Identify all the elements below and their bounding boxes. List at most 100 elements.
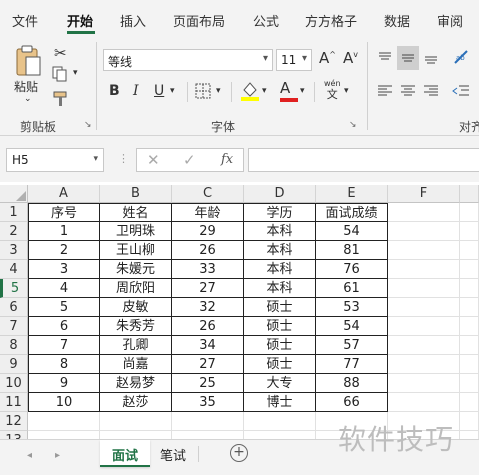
empty-cell[interactable] (388, 317, 460, 336)
tab-formulas[interactable]: 公式 (253, 11, 279, 30)
table-cell[interactable]: 27 (172, 355, 244, 374)
format-painter-icon[interactable] (52, 90, 70, 111)
table-cell[interactable]: 81 (316, 241, 388, 260)
fill-color-dropdown-arrow[interactable]: ▾ (262, 86, 267, 96)
empty-cell[interactable] (172, 412, 244, 431)
header-cell[interactable]: 面试成绩 (316, 203, 388, 222)
tab-page-layout[interactable]: 页面布局 (173, 11, 225, 30)
scroll-left-icon[interactable]: ◂ (27, 450, 32, 461)
header-cell[interactable]: 序号 (28, 203, 100, 222)
tab-insert[interactable]: 插入 (120, 11, 146, 30)
underline-button[interactable]: U (154, 83, 164, 99)
table-cell[interactable]: 博士 (244, 393, 316, 412)
empty-cell[interactable] (460, 412, 479, 431)
row-header-9[interactable]: 9 (0, 355, 28, 374)
font-launcher-icon[interactable]: ↘ (349, 120, 357, 130)
orientation-icon[interactable]: ab (452, 48, 472, 71)
align-middle-button[interactable] (397, 46, 419, 70)
empty-cell[interactable] (28, 412, 100, 431)
paste-label[interactable]: 粘贴 (14, 78, 38, 95)
table-cell[interactable]: 54 (316, 317, 388, 336)
table-cell[interactable]: 32 (172, 298, 244, 317)
table-cell[interactable]: 6 (28, 317, 100, 336)
empty-cell[interactable] (460, 203, 479, 222)
table-cell[interactable]: 赵莎 (100, 393, 172, 412)
select-all-corner[interactable] (0, 185, 28, 203)
row-header-1[interactable]: 1 (0, 203, 28, 222)
table-cell[interactable]: 26 (172, 317, 244, 336)
paste-dropdown-arrow[interactable]: ⌄ (24, 94, 32, 104)
scroll-right-icon[interactable]: ▸ (55, 450, 60, 461)
table-cell[interactable]: 7 (28, 336, 100, 355)
empty-cell[interactable] (388, 260, 460, 279)
empty-cell[interactable] (244, 412, 316, 431)
empty-cell[interactable] (460, 241, 479, 260)
tab-data[interactable]: 数据 (384, 11, 410, 30)
decrease-font-size-button[interactable]: Av (343, 49, 358, 67)
empty-cell[interactable] (388, 279, 460, 298)
table-cell[interactable]: 57 (316, 336, 388, 355)
table-cell[interactable]: 77 (316, 355, 388, 374)
empty-cell[interactable] (388, 298, 460, 317)
copy-dropdown-arrow[interactable]: ▾ (73, 68, 78, 78)
cancel-icon[interactable]: ✕ (147, 151, 160, 169)
table-cell[interactable]: 卫明珠 (100, 222, 172, 241)
tab-home[interactable]: 开始 (67, 11, 93, 30)
row-header-10[interactable]: 10 (0, 374, 28, 393)
row-header-8[interactable]: 8 (0, 336, 28, 355)
header-cell[interactable]: 姓名 (100, 203, 172, 222)
align-left-icon[interactable] (377, 84, 393, 101)
table-cell[interactable]: 25 (172, 374, 244, 393)
table-cell[interactable]: 硕士 (244, 298, 316, 317)
empty-cell[interactable] (460, 374, 479, 393)
empty-cell[interactable] (388, 336, 460, 355)
table-cell[interactable]: 33 (172, 260, 244, 279)
table-cell[interactable]: 周欣阳 (100, 279, 172, 298)
bold-button[interactable]: B (109, 83, 120, 99)
font-name-select[interactable]: 等线 ▾ (103, 49, 273, 71)
table-cell[interactable]: 尚嘉 (100, 355, 172, 374)
empty-cell[interactable] (460, 260, 479, 279)
formula-bar-grip-icon[interactable]: ⋮ (118, 152, 129, 165)
font-color-dropdown-arrow[interactable]: ▾ (300, 86, 305, 96)
row-header-11[interactable]: 11 (0, 393, 28, 412)
insert-function-button[interactable]: fx (221, 152, 233, 167)
empty-cell[interactable] (388, 393, 460, 412)
underline-dropdown-arrow[interactable]: ▾ (170, 86, 175, 96)
empty-cell[interactable] (460, 222, 479, 241)
table-cell[interactable]: 27 (172, 279, 244, 298)
empty-cell[interactable] (460, 336, 479, 355)
table-cell[interactable]: 61 (316, 279, 388, 298)
italic-button[interactable]: I (133, 83, 139, 99)
column-header-f[interactable]: F (388, 185, 460, 203)
table-cell[interactable]: 26 (172, 241, 244, 260)
table-cell[interactable]: 大专 (244, 374, 316, 393)
empty-cell[interactable] (388, 241, 460, 260)
border-dropdown-arrow[interactable]: ▾ (216, 86, 221, 96)
table-cell[interactable]: 53 (316, 298, 388, 317)
table-cell[interactable]: 88 (316, 374, 388, 393)
formula-input[interactable] (248, 148, 479, 172)
empty-cell[interactable] (388, 222, 460, 241)
table-cell[interactable]: 朱媛元 (100, 260, 172, 279)
paste-button[interactable] (14, 44, 44, 80)
clipboard-launcher-icon[interactable]: ↘ (84, 120, 92, 130)
header-cell[interactable]: 年龄 (172, 203, 244, 222)
sheet-tab-written[interactable]: 笔试 (160, 445, 186, 464)
table-cell[interactable]: 34 (172, 336, 244, 355)
empty-cell[interactable] (460, 298, 479, 317)
tab-file[interactable]: 文件 (12, 11, 38, 30)
empty-cell[interactable] (460, 279, 479, 298)
empty-cell[interactable] (460, 355, 479, 374)
enter-icon[interactable]: ✓ (183, 151, 196, 169)
row-header-4[interactable]: 4 (0, 260, 28, 279)
column-header-c[interactable]: C (172, 185, 244, 203)
align-bottom-icon[interactable] (423, 50, 439, 69)
table-cell[interactable]: 皮敏 (100, 298, 172, 317)
sheet-tab-interview[interactable]: 面试 (100, 440, 150, 467)
row-header-3[interactable]: 3 (0, 241, 28, 260)
empty-cell[interactable] (460, 393, 479, 412)
row-header-6[interactable]: 6 (0, 298, 28, 317)
table-cell[interactable]: 8 (28, 355, 100, 374)
table-cell[interactable]: 王山柳 (100, 241, 172, 260)
